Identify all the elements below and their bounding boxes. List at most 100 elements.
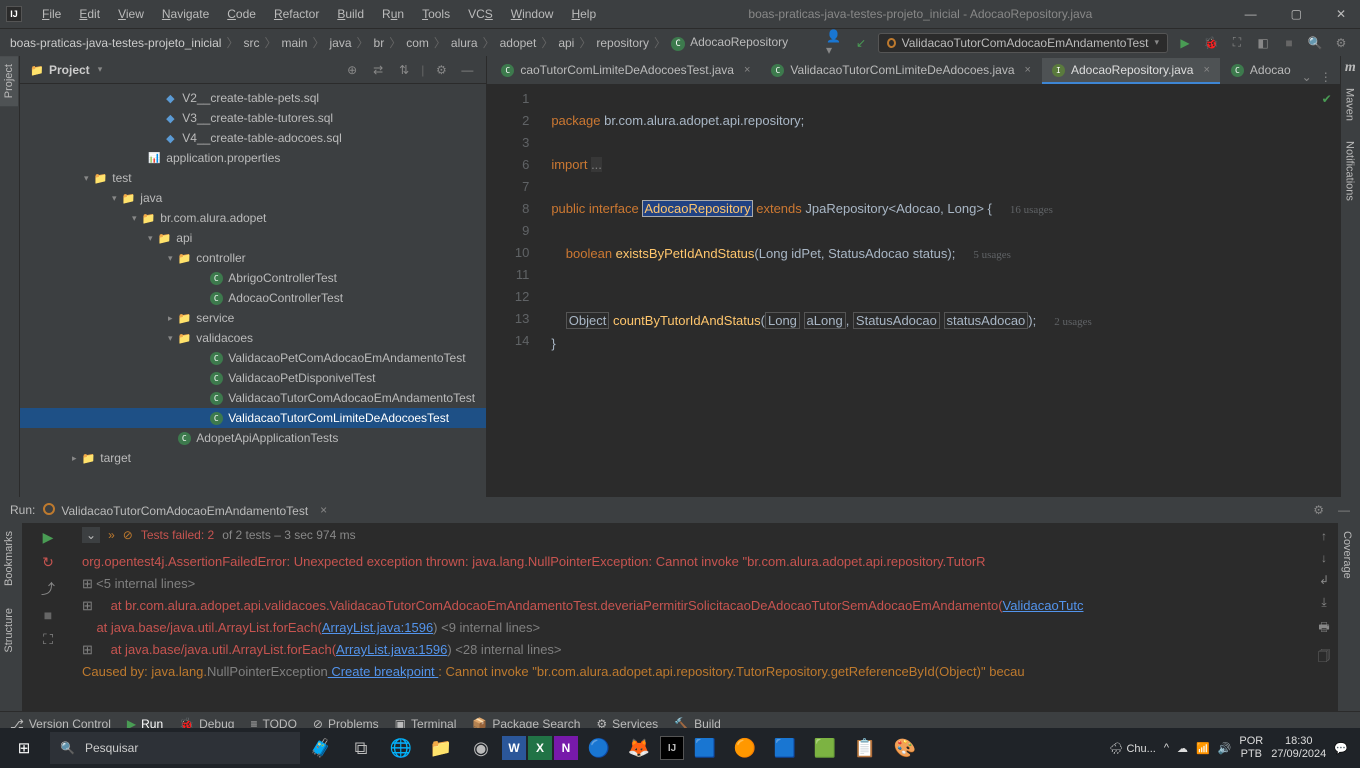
close-icon[interactable]: ×: [320, 503, 327, 517]
close-icon[interactable]: ×: [1025, 64, 1031, 76]
menu-refactor[interactable]: Refactor: [266, 4, 327, 24]
hide-icon[interactable]: —: [1338, 503, 1350, 517]
tree-row[interactable]: ValidacaoTutorComLimiteDeAdocoesTest: [20, 408, 486, 428]
close-button[interactable]: ✕: [1328, 4, 1354, 24]
layout-icon[interactable]: ⛶: [43, 631, 53, 648]
task-app6[interactable]: 🎨: [886, 728, 924, 768]
tab-dropdown-icon[interactable]: ⌄: [1302, 70, 1312, 84]
gear-icon[interactable]: ⚙: [1313, 503, 1324, 517]
run-config-selector[interactable]: ValidacaoTutorComAdocaoEmAndamentoTest: [878, 33, 1168, 53]
coverage-button[interactable]: ⛶: [1228, 34, 1246, 52]
menu-tools[interactable]: Tools: [414, 4, 458, 24]
crumb-class[interactable]: AdocaoRepository: [671, 35, 788, 51]
tab-2[interactable]: ValidacaoTutorComLimiteDeAdocoes.java×: [761, 58, 1041, 84]
update-icon[interactable]: ↙: [852, 34, 870, 52]
menu-edit[interactable]: Edit: [71, 4, 108, 24]
tray-cloud[interactable]: ☁: [1177, 742, 1188, 755]
stop-icon[interactable]: ■: [44, 607, 52, 623]
tree-row[interactable]: ValidacaoTutorComAdocaoEmAndamentoTest: [20, 388, 486, 408]
tree-row[interactable]: application.properties: [20, 148, 486, 168]
run-config-name[interactable]: ValidacaoTutorComAdocaoEmAndamentoTest: [43, 503, 308, 518]
task-app5[interactable]: 📋: [846, 728, 884, 768]
tab-more-icon[interactable]: ⋮: [1320, 70, 1332, 84]
tray-wifi[interactable]: 📶: [1196, 742, 1210, 755]
close-icon[interactable]: ×: [744, 64, 750, 76]
options-icon[interactable]: ⚙: [432, 61, 450, 79]
expand-icon[interactable]: ⇄: [369, 61, 387, 79]
task-app1[interactable]: 🔵: [580, 728, 618, 768]
menu-build[interactable]: Build: [329, 4, 372, 24]
menu-window[interactable]: Window: [503, 4, 562, 24]
search-icon[interactable]: 🔍: [1306, 34, 1324, 52]
tree-row[interactable]: V3__create-table-tutores.sql: [20, 108, 486, 128]
tool-structure[interactable]: Structure: [0, 600, 18, 661]
menu-help[interactable]: Help: [563, 4, 604, 24]
tree-row[interactable]: ▸target: [20, 448, 486, 468]
maximize-button[interactable]: ▢: [1283, 4, 1310, 24]
tree-row[interactable]: ValidacaoPetDisponivelTest: [20, 368, 486, 388]
menu-file[interactable]: File: [34, 4, 69, 24]
minimize-button[interactable]: ―: [1237, 4, 1265, 24]
task-edge[interactable]: 🌐: [382, 728, 420, 768]
locate-icon[interactable]: ⊕: [343, 61, 361, 79]
tab-3[interactable]: AdocaoRepository.java×: [1042, 58, 1220, 84]
chevron-down-icon[interactable]: ⌄: [82, 527, 100, 543]
stop-button[interactable]: ■: [1280, 34, 1298, 52]
tool-project[interactable]: Project: [0, 56, 18, 106]
code-source[interactable]: ✔package br.com.alura.adopet.api.reposit…: [543, 84, 1339, 497]
menu-code[interactable]: Code: [219, 4, 264, 24]
project-title[interactable]: Project: [30, 63, 89, 77]
weather-icon[interactable]: 🌧 Chu...: [1109, 742, 1155, 755]
task-explorer[interactable]: 📁: [422, 728, 460, 768]
rerun-icon[interactable]: ▶: [43, 529, 54, 546]
rerun-failed-icon[interactable]: ↻: [42, 554, 54, 571]
tray-clock[interactable]: 18:3027/09/2024: [1271, 735, 1326, 761]
task-word[interactable]: W: [502, 736, 526, 760]
task-app4[interactable]: 🟩: [806, 728, 844, 768]
tray-chevron[interactable]: ^: [1164, 742, 1169, 754]
close-icon[interactable]: ×: [1203, 64, 1209, 76]
tree-row[interactable]: ▾api: [20, 228, 486, 248]
taskbar-search[interactable]: 🔍 Pesquisar: [50, 732, 300, 764]
tree-row[interactable]: V4__create-table-adocoes.sql: [20, 128, 486, 148]
task-excel[interactable]: X: [528, 736, 552, 760]
tree-row[interactable]: ▾test: [20, 168, 486, 188]
settings-icon[interactable]: ⚙: [1332, 34, 1350, 52]
tool-maven[interactable]: Maven: [1341, 80, 1359, 129]
tray-lang[interactable]: PORPTB: [1239, 735, 1263, 761]
tree-row[interactable]: AdocaoControllerTest: [20, 288, 486, 308]
tool-bookmarks[interactable]: Bookmarks: [0, 523, 18, 594]
task-intellij[interactable]: IJ: [660, 736, 684, 760]
task-onenote[interactable]: N: [554, 736, 578, 760]
menu-navigate[interactable]: Navigate: [154, 4, 217, 24]
collapse-icon[interactable]: ⇅: [395, 61, 413, 79]
task-chrome[interactable]: ◉: [462, 728, 500, 768]
profile-button[interactable]: ◧: [1254, 34, 1272, 52]
down-icon[interactable]: ↓: [1321, 551, 1327, 565]
tree-row[interactable]: ▾controller: [20, 248, 486, 268]
tree-row[interactable]: ▾br.com.alura.adopet: [20, 208, 486, 228]
toggle-icon[interactable]: ⤴: [41, 579, 55, 599]
task-view[interactable]: ⧉: [342, 728, 380, 768]
scroll-icon[interactable]: ⤓: [1321, 595, 1326, 610]
tool-coverage[interactable]: Coverage: [1338, 523, 1356, 587]
tab-4[interactable]: Adocao: [1221, 58, 1301, 84]
tree-row[interactable]: ▸service: [20, 308, 486, 328]
console-output[interactable]: org.opentest4j.AssertionFailedError: Une…: [74, 547, 1310, 711]
tree-row[interactable]: ▾validacoes: [20, 328, 486, 348]
debug-button[interactable]: 🐞: [1202, 34, 1220, 52]
breadcrumbs[interactable]: boas-praticas-java-testes-projeto_inicia…: [10, 34, 788, 51]
tree-row[interactable]: V2__create-table-pets.sql: [20, 88, 486, 108]
user-icon[interactable]: 👤▾: [826, 34, 844, 52]
task-firefox[interactable]: 🦊: [620, 728, 658, 768]
print-icon[interactable]: 🖶: [1318, 618, 1329, 639]
clear-icon[interactable]: 🗍: [1318, 647, 1330, 668]
menu-vcs[interactable]: VCS: [460, 4, 501, 24]
task-postman[interactable]: 🟠: [726, 728, 764, 768]
maven-m-icon[interactable]: m: [1341, 56, 1360, 80]
wrap-icon[interactable]: ↲: [1319, 573, 1329, 587]
tray-notifications[interactable]: 💬: [1334, 742, 1348, 755]
task-luggage[interactable]: 🧳: [302, 728, 340, 768]
tab-1[interactable]: caoTutorComLimiteDeAdocoesTest.java×: [491, 58, 760, 84]
tree-row[interactable]: AbrigoControllerTest: [20, 268, 486, 288]
